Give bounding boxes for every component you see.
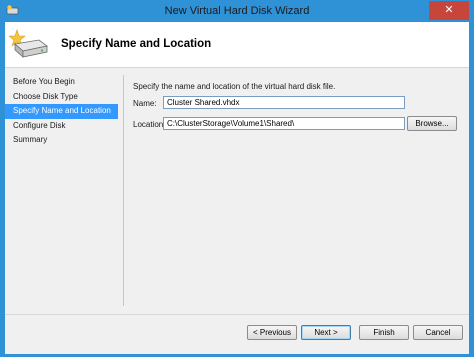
step-configure-disk[interactable]: Configure Disk	[5, 119, 118, 134]
wizard-steps-nav: Before You Begin Choose Disk Type Specif…	[5, 75, 118, 148]
next-button[interactable]: Next >	[301, 325, 351, 340]
wizard-window: New Virtual Hard Disk Wizard ✕ Specify N…	[0, 0, 474, 357]
name-input[interactable]: Cluster Shared.vhdx	[163, 96, 405, 109]
wizard-header: Specify Name and Location	[5, 22, 469, 68]
cancel-button[interactable]: Cancel	[413, 325, 463, 340]
steps-divider	[123, 75, 124, 306]
location-input[interactable]: C:\ClusterStorage\Volume1\Shared\	[163, 117, 405, 130]
window-title: New Virtual Hard Disk Wizard	[164, 5, 310, 17]
instruction-text: Specify the name and location of the vir…	[133, 82, 336, 91]
page-title: Specify Name and Location	[61, 38, 212, 50]
location-label: Location:	[133, 120, 166, 129]
browse-button[interactable]: Browse...	[407, 116, 457, 131]
wizard-client-area: Specify Name and Location Before You Beg…	[5, 22, 469, 354]
step-before-you-begin[interactable]: Before You Begin	[5, 75, 118, 90]
title-bar[interactable]: New Virtual Hard Disk Wizard ✕	[1, 1, 473, 22]
close-button[interactable]: ✕	[429, 1, 469, 20]
step-choose-disk-type[interactable]: Choose Disk Type	[5, 90, 118, 105]
finish-button[interactable]: Finish	[359, 325, 409, 340]
hard-disk-star-icon	[9, 29, 48, 58]
name-label: Name:	[133, 99, 157, 108]
step-summary[interactable]: Summary	[5, 133, 118, 148]
footer-divider	[5, 314, 469, 315]
previous-button[interactable]: < Previous	[247, 325, 297, 340]
step-specify-name-and-location[interactable]: Specify Name and Location	[5, 104, 118, 119]
